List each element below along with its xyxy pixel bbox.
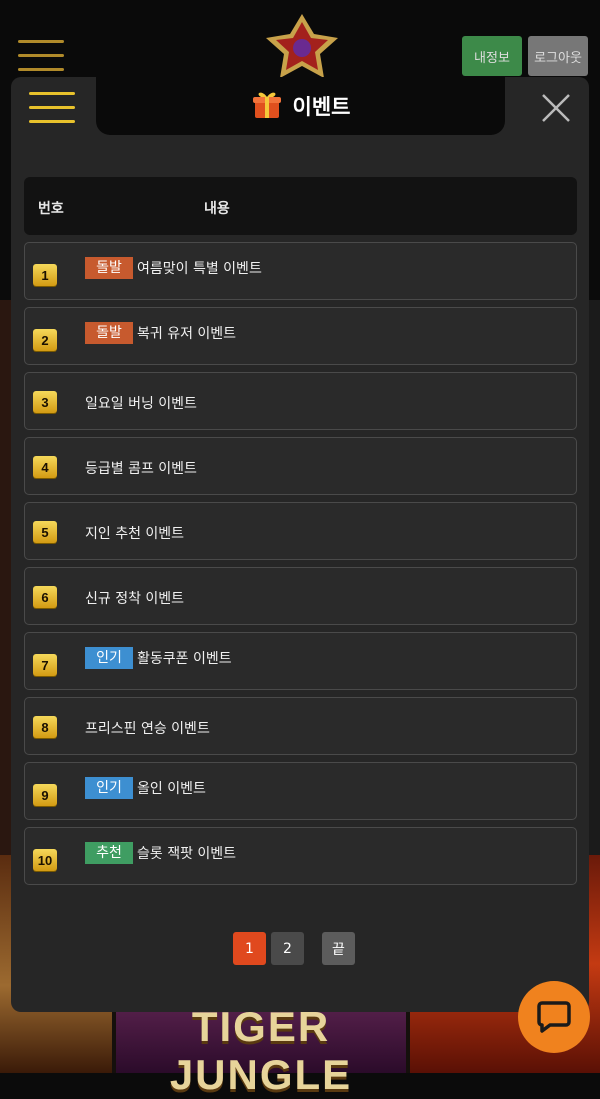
chat-icon bbox=[536, 997, 572, 1037]
row-number: 7 bbox=[33, 654, 57, 676]
hamburger-menu-icon[interactable] bbox=[29, 92, 75, 124]
event-title[interactable]: 신규 정착 이벤트 bbox=[85, 588, 184, 608]
page-1-button[interactable]: 1 bbox=[233, 932, 266, 965]
row-number: 9 bbox=[33, 784, 57, 806]
chat-button[interactable] bbox=[518, 981, 590, 1053]
row-number: 6 bbox=[33, 586, 57, 608]
row-number: 3 bbox=[33, 391, 57, 413]
row-number: 8 bbox=[33, 716, 57, 738]
last-page-button[interactable]: 끝 bbox=[322, 932, 355, 965]
close-icon[interactable] bbox=[539, 91, 573, 125]
event-title[interactable]: 올인 이벤트 bbox=[137, 778, 206, 798]
event-title[interactable]: 등급별 콤프 이벤트 bbox=[85, 458, 197, 478]
status-badge: 인기 bbox=[85, 647, 133, 669]
table-row[interactable]: 3 일요일 버닝 이벤트 bbox=[24, 372, 577, 430]
table-row[interactable]: 8 프리스핀 연승 이벤트 bbox=[24, 697, 577, 755]
status-badge: 돌발 bbox=[85, 257, 133, 279]
table-row[interactable]: 6 신규 정착 이벤트 bbox=[24, 567, 577, 625]
table-row[interactable]: 10 추천 슬롯 잭팟 이벤트 bbox=[24, 827, 577, 885]
my-info-button[interactable]: 내정보 bbox=[462, 36, 522, 76]
event-title[interactable]: 복귀 유저 이벤트 bbox=[137, 323, 236, 343]
background-decor bbox=[588, 300, 600, 860]
table-row[interactable]: 1 돌발 여름맞이 특별 이벤트 bbox=[24, 242, 577, 300]
status-badge: 돌발 bbox=[85, 322, 133, 344]
hamburger-menu-icon[interactable] bbox=[18, 40, 64, 72]
event-title[interactable]: 일요일 버닝 이벤트 bbox=[85, 393, 197, 413]
game-banner-text: TIGER JUNGLE bbox=[169, 1003, 353, 1098]
event-modal: 이벤트 번호 내용 1 돌발 여름맞이 특별 이벤트 2 돌발 복귀 유저 이벤… bbox=[11, 77, 589, 1012]
status-badge: 인기 bbox=[85, 777, 133, 799]
table-header: 번호 내용 bbox=[24, 177, 577, 235]
site-logo[interactable] bbox=[262, 12, 342, 80]
event-title[interactable]: 여름맞이 특별 이벤트 bbox=[137, 258, 262, 278]
column-header-number: 번호 bbox=[38, 201, 64, 217]
table-row[interactable]: 4 등급별 콤프 이벤트 bbox=[24, 437, 577, 495]
modal-title-bar: 이벤트 bbox=[96, 77, 505, 135]
modal-title: 이벤트 bbox=[292, 95, 351, 119]
gift-icon bbox=[251, 88, 283, 124]
logout-button[interactable]: 로그아웃 bbox=[528, 36, 588, 76]
event-list: 1 돌발 여름맞이 특별 이벤트 2 돌발 복귀 유저 이벤트 3 일요일 버닝… bbox=[24, 242, 577, 892]
row-number: 2 bbox=[33, 329, 57, 351]
table-row[interactable]: 7 인기 활동쿠폰 이벤트 bbox=[24, 632, 577, 690]
event-title[interactable]: 프리스핀 연승 이벤트 bbox=[85, 718, 210, 738]
column-header-content: 내용 bbox=[204, 201, 230, 217]
row-number: 1 bbox=[33, 264, 57, 286]
status-badge: 추천 bbox=[85, 842, 133, 864]
table-row[interactable]: 9 인기 올인 이벤트 bbox=[24, 762, 577, 820]
row-number: 5 bbox=[33, 521, 57, 543]
event-title[interactable]: 슬롯 잭팟 이벤트 bbox=[137, 843, 236, 863]
table-row[interactable]: 2 돌발 복귀 유저 이벤트 bbox=[24, 307, 577, 365]
event-title[interactable]: 지인 추천 이벤트 bbox=[85, 523, 184, 543]
page-2-button[interactable]: 2 bbox=[271, 932, 304, 965]
row-number: 4 bbox=[33, 456, 57, 478]
table-row[interactable]: 5 지인 추천 이벤트 bbox=[24, 502, 577, 560]
event-title[interactable]: 활동쿠폰 이벤트 bbox=[137, 648, 232, 668]
row-number: 10 bbox=[33, 849, 57, 871]
